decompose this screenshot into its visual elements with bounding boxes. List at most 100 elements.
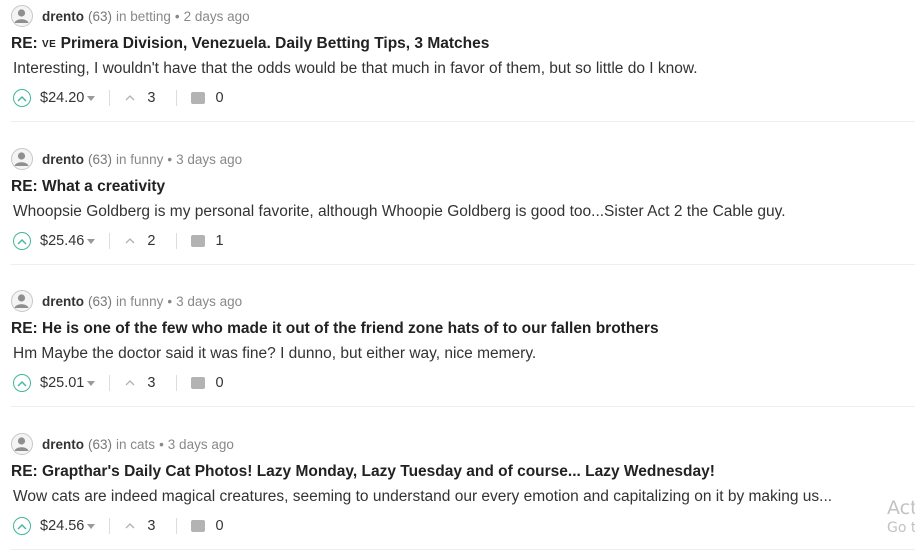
action-divider	[109, 233, 111, 249]
comment-meta: drento (63) in betting • 2 days ago	[11, 4, 250, 28]
action-divider	[176, 518, 178, 534]
comment-divider	[11, 549, 915, 550]
comment-item: drento (63) in funny • 3 days ago RE: He…	[0, 285, 915, 428]
comment-body[interactable]: Whoopsie Goldberg is my personal favorit…	[13, 203, 863, 221]
title-text: Grapthar's Daily Cat Photos! Lazy Monday…	[42, 463, 715, 480]
community-prefix: in	[116, 293, 127, 309]
title-prefix: RE:	[11, 35, 42, 52]
comment-body[interactable]: Hm Maybe the doctor said it was fine? I …	[13, 345, 863, 363]
speech-bubble-icon[interactable]	[191, 377, 206, 389]
watermark-line-2: Go t	[887, 519, 915, 536]
meta-separator: •	[159, 436, 164, 452]
comment-timestamp[interactable]: 3 days ago	[168, 437, 234, 452]
caret-down-icon[interactable]	[87, 95, 96, 101]
comment-feed: drento (63) in betting • 2 days ago RE: …	[0, 0, 915, 555]
author-link[interactable]: drento	[42, 152, 84, 167]
meta-separator: •	[167, 151, 173, 167]
upvote-chevron-circle-icon[interactable]	[13, 89, 31, 107]
comment-timestamp[interactable]: 2 days ago	[184, 9, 250, 24]
comment-timestamp[interactable]: 3 days ago	[176, 152, 242, 167]
comment-timestamp[interactable]: 3 days ago	[176, 294, 242, 309]
comment-divider	[11, 121, 915, 122]
comment-title-link[interactable]: RE: Grapthar's Daily Cat Photos! Lazy Mo…	[11, 463, 715, 481]
action-divider	[109, 90, 111, 106]
title-prefix: RE:	[11, 178, 42, 195]
community-link[interactable]: funny	[130, 294, 163, 309]
action-divider	[176, 233, 178, 249]
comment-actions: $24.20 3 0	[13, 87, 224, 109]
speech-bubble-icon[interactable]	[191, 520, 206, 532]
author-reputation: (63)	[88, 436, 113, 452]
payout-value[interactable]: $25.01	[40, 375, 84, 391]
title-prefix: RE:	[11, 463, 42, 480]
title-prefix: RE:	[11, 320, 42, 337]
community-prefix: in	[116, 436, 127, 452]
votes-count[interactable]: 3	[147, 90, 155, 106]
votes-count[interactable]: 3	[147, 518, 155, 534]
author-link[interactable]: drento	[42, 9, 84, 24]
comment-actions: $24.56 3 0	[13, 515, 224, 537]
payout-value[interactable]: $24.20	[40, 90, 84, 106]
title-text: He is one of the few who made it out of …	[42, 320, 659, 337]
replies-count[interactable]: 0	[215, 518, 223, 534]
payout-value[interactable]: $25.46	[40, 233, 84, 249]
payout-value[interactable]: $24.56	[40, 518, 84, 534]
action-divider	[176, 90, 178, 106]
comment-divider	[11, 264, 915, 265]
user-avatar-icon[interactable]	[11, 290, 33, 312]
comment-meta: drento (63) in funny • 3 days ago	[11, 289, 242, 313]
comment-title-link[interactable]: RE: He is one of the few who made it out…	[11, 320, 659, 338]
upvote-chevron-circle-icon[interactable]	[13, 232, 31, 250]
title-text: What a creativity	[42, 178, 166, 195]
author-reputation: (63)	[88, 151, 113, 167]
chevron-up-icon[interactable]	[124, 521, 136, 531]
meta-separator: •	[174, 8, 180, 24]
speech-bubble-icon[interactable]	[191, 92, 206, 104]
caret-down-icon[interactable]	[87, 238, 96, 244]
replies-count[interactable]: 0	[215, 90, 223, 106]
caret-down-icon[interactable]	[87, 380, 96, 386]
action-divider	[176, 375, 178, 391]
author-link[interactable]: drento	[42, 294, 84, 309]
comment-title-link[interactable]: RE: VE Primera Division, Venezuela. Dail…	[11, 35, 489, 53]
speech-bubble-icon[interactable]	[191, 235, 206, 247]
comment-item: drento (63) in funny • 3 days ago RE: Wh…	[0, 143, 915, 286]
comment-divider	[11, 406, 915, 407]
comment-item: drento (63) in betting • 2 days ago RE: …	[0, 0, 915, 143]
comment-body[interactable]: Wow cats are indeed magical creatures, s…	[13, 488, 863, 506]
comment-meta: drento (63) in cats • 3 days ago	[11, 432, 234, 456]
author-reputation: (63)	[88, 293, 113, 309]
comment-body[interactable]: Interesting, I wouldn't have that the od…	[13, 60, 863, 78]
votes-count[interactable]: 2	[147, 233, 155, 249]
watermark-line-1: Act	[887, 497, 915, 519]
community-link[interactable]: betting	[130, 9, 171, 24]
community-prefix: in	[116, 8, 127, 24]
upvote-chevron-circle-icon[interactable]	[13, 517, 31, 535]
chevron-up-icon[interactable]	[124, 93, 136, 103]
comment-meta: drento (63) in funny • 3 days ago	[11, 147, 242, 171]
comment-title-link[interactable]: RE: What a creativity	[11, 178, 165, 196]
meta-separator: •	[167, 293, 173, 309]
title-flag: VE	[42, 39, 57, 50]
chevron-up-icon[interactable]	[124, 236, 136, 246]
action-divider	[109, 518, 111, 534]
user-avatar-icon[interactable]	[11, 433, 33, 455]
title-text: Primera Division, Venezuela. Daily Betti…	[60, 35, 490, 52]
activation-watermark: Act Go t	[887, 498, 915, 536]
user-avatar-icon[interactable]	[11, 5, 33, 27]
community-link[interactable]: cats	[130, 437, 155, 452]
replies-count[interactable]: 1	[215, 233, 223, 249]
action-divider	[109, 375, 111, 391]
chevron-up-icon[interactable]	[124, 378, 136, 388]
upvote-chevron-circle-icon[interactable]	[13, 374, 31, 392]
comment-actions: $25.01 3 0	[13, 372, 224, 394]
replies-count[interactable]: 0	[215, 375, 223, 391]
votes-count[interactable]: 3	[147, 375, 155, 391]
caret-down-icon[interactable]	[87, 523, 96, 529]
user-avatar-icon[interactable]	[11, 148, 33, 170]
community-prefix: in	[116, 151, 127, 167]
author-reputation: (63)	[88, 8, 113, 24]
community-link[interactable]: funny	[130, 152, 163, 167]
comment-item: drento (63) in cats • 3 days ago RE: Gra…	[0, 428, 915, 555]
author-link[interactable]: drento	[42, 437, 84, 452]
